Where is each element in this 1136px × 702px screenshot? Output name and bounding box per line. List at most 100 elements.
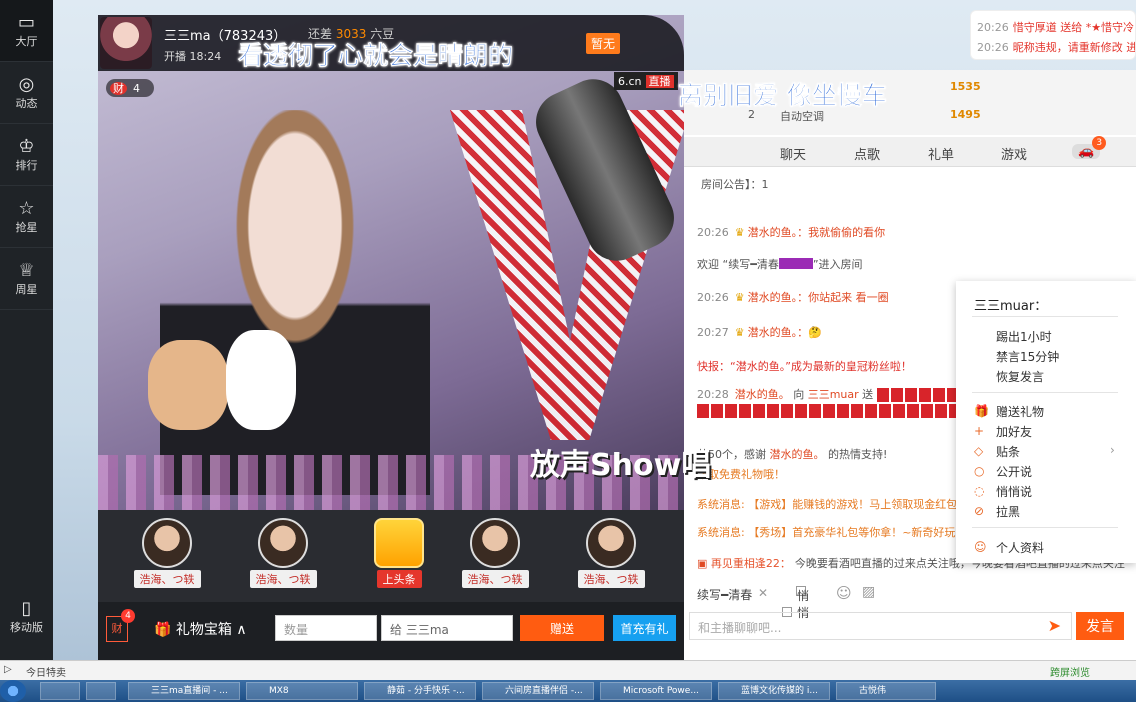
- taskbar-app[interactable]: [40, 682, 80, 700]
- fan-seat[interactable]: 浩海、つ轶: [238, 518, 328, 588]
- notice-panel: 20:26 惜守厚道 送给 *★惜守冷 20:26 昵称违规，请重新修改 进: [970, 10, 1136, 60]
- menu-item-sticker[interactable]: 贴条: [996, 443, 1020, 460]
- streamer-video: [160, 110, 430, 495]
- whisper-icon: ◌: [974, 484, 985, 498]
- stars-icon: [374, 518, 424, 568]
- cross-screen-link[interactable]: 跨屏浏览: [1050, 664, 1090, 679]
- menu-item-public-say[interactable]: 公开说: [996, 463, 1032, 480]
- taskbar-app[interactable]: 蓝博文化传媒的 i...: [718, 682, 830, 700]
- close-icon[interactable]: ✕: [758, 586, 768, 600]
- taskbar-app[interactable]: Microsoft Powe...: [600, 682, 712, 700]
- menu-item-send-gift[interactable]: 赠送礼物: [996, 403, 1044, 420]
- avatar: [586, 518, 636, 568]
- car-icon[interactable]: 🚗 3: [1072, 136, 1107, 159]
- taskbar-app[interactable]: MX8: [246, 682, 358, 700]
- nav-item-grab-star[interactable]: ☆ 抢星: [0, 186, 53, 248]
- left-nav: ▭ 大厅 ◎ 动态 ♔ 排行 ☆ 抢星 ♕ 周星 ▯ 移动版: [0, 0, 53, 660]
- fan-seat[interactable]: 浩海、つ轶: [566, 518, 656, 588]
- taskbar: 三三ma直播间 - ... MX8 静茹 - 分手快乐 -... 六间房直播伴侣…: [0, 680, 1136, 702]
- taskbar-app[interactable]: 六间房直播伴侣 -...: [482, 682, 594, 700]
- daily-sale-link[interactable]: 今日特卖: [26, 664, 66, 679]
- menu-item-profile[interactable]: 个人资料: [996, 539, 1044, 556]
- divider: [972, 392, 1118, 393]
- tab-song[interactable]: 点歌: [854, 144, 880, 163]
- megaphone-icon: ▣: [697, 557, 711, 570]
- taskbar-app[interactable]: 三三ma直播间 - ...: [128, 682, 240, 700]
- chat-message: 20:26 ♛ 潜水的鱼。：你站起来 看一圈: [697, 291, 889, 304]
- tab-bar: 聊天 点歌 礼单 游戏 🚗 3: [684, 136, 1136, 167]
- start-button[interactable]: [0, 680, 26, 702]
- nav-label: 动态: [15, 96, 38, 110]
- menu-item-add-friend[interactable]: 加好友: [996, 423, 1032, 440]
- arrow-icon[interactable]: ▷: [4, 664, 12, 675]
- nav-label: 周星: [15, 282, 38, 296]
- nav-item-mobile[interactable]: ▯ 移动版: [0, 586, 53, 648]
- anchor-avatar[interactable]: [100, 17, 152, 69]
- nav-item-weekly-star[interactable]: ♕ 周星: [0, 248, 53, 310]
- gift-box-toggle[interactable]: 🎁 礼物宝箱 ∧: [154, 619, 247, 639]
- menu-item-whisper[interactable]: 悄悄说: [996, 483, 1032, 500]
- nav-label: 排行: [15, 158, 38, 172]
- chevron-right-icon: ›: [1110, 443, 1115, 457]
- overlay-lyric-2: 离别旧爱 像坐慢车: [678, 81, 887, 111]
- profile-icon: ☺: [974, 540, 987, 554]
- send-message-button[interactable]: 发言: [1076, 612, 1124, 640]
- menu-item-unmute[interactable]: 恢复发言: [996, 368, 1044, 385]
- chevron-up-icon: ∧: [236, 622, 247, 638]
- gift-quantity-input[interactable]: 数量: [275, 615, 377, 641]
- emoji-icon[interactable]: ☺: [836, 584, 852, 602]
- nav-item-feed[interactable]: ◎ 动态: [0, 62, 53, 124]
- nav-item-hall[interactable]: ▭ 大厅: [0, 0, 53, 62]
- emoji-icon: 🤔: [808, 326, 822, 339]
- notice-item: 20:26 惜守厚道 送给 *★惜守冷: [977, 21, 1135, 34]
- crown-icon: ♛: [734, 326, 745, 339]
- trophy-icon: ♕: [18, 259, 35, 281]
- block-icon: ⊘: [974, 504, 985, 518]
- chat-input[interactable]: 和主播聊聊吧... ➤: [689, 612, 1072, 640]
- tab-gift-list[interactable]: 礼单: [928, 144, 954, 163]
- fan-seat[interactable]: 浩海、つ轶: [122, 518, 212, 588]
- show-logo: 放声Show唱: [530, 448, 712, 483]
- chat-message: 共50个，感谢 潜水的鱼。 的热情支持!: [697, 448, 888, 461]
- nav-label: 抢星: [15, 220, 38, 234]
- send-gift-button[interactable]: 赠送: [520, 615, 604, 641]
- avatar: [258, 518, 308, 568]
- tv-icon: ▭: [17, 11, 35, 33]
- compass-icon: ◎: [18, 73, 35, 95]
- notice-item: 20:26 昵称违规，请重新修改 进: [977, 41, 1136, 54]
- chat-target[interactable]: 续写━清春: [697, 586, 752, 603]
- fan-seat[interactable]: 浩海、つ轶: [450, 518, 540, 588]
- gift-toolbar: 财4 🎁 礼物宝箱 ∧ 数量 给 三三ma 赠送 首充有礼: [98, 602, 684, 660]
- menu-item-block[interactable]: 拉黑: [996, 503, 1020, 520]
- user-context-menu: 三三muar： 踢出1小时 禁言15分钟 恢复发言 🎁 赠送礼物 + 加好友 ◇…: [956, 281, 1136, 563]
- system-message[interactable]: 系统消息: 【秀场】首充豪华礼包等你拿！~新奇好玩: [697, 524, 955, 540]
- taskbar-app[interactable]: 静茹 - 分手快乐 -...: [364, 682, 476, 700]
- wealth-badge[interactable]: 财4: [106, 79, 154, 97]
- tab-game[interactable]: 游戏: [1001, 144, 1027, 163]
- crown-icon: ♛: [734, 291, 745, 304]
- site-logo: 6.cn 直播: [614, 72, 678, 90]
- menu-title: 三三muar：: [974, 299, 1048, 314]
- avatar: [470, 518, 520, 568]
- menu-item-kick[interactable]: 踢出1小时: [996, 328, 1052, 345]
- taskbar-app[interactable]: [86, 682, 116, 700]
- chat-message: 欢迎 “续写━清春 ”进入房间: [697, 258, 863, 271]
- taskbar-app[interactable]: 古悦伟: [836, 682, 936, 700]
- paper-plane-icon[interactable]: ➤: [1048, 616, 1061, 635]
- bunny-sticker: [226, 330, 296, 430]
- chat-message: 20:26 ♛ 潜水的鱼。：我就偷偷的看你: [697, 226, 886, 239]
- menu-item-mute[interactable]: 禁言15分钟: [996, 348, 1059, 365]
- divider: [972, 316, 1118, 317]
- wealth-icon: 财: [110, 82, 127, 95]
- gift-recipient-select[interactable]: 给 三三ma: [381, 615, 513, 641]
- image-icon[interactable]: ▨: [862, 584, 875, 600]
- tab-chat[interactable]: 聊天: [780, 144, 806, 163]
- first-recharge-button[interactable]: 首充有礼: [613, 615, 676, 641]
- headline-button[interactable]: 上头条: [354, 518, 444, 588]
- coin-value: 1535: [950, 80, 981, 93]
- system-message[interactable]: 系统消息: 【游戏】能赚钱的游戏！马上领取现金红包: [697, 496, 957, 512]
- nav-label: 大厅: [15, 34, 38, 48]
- nav-item-rank[interactable]: ♔ 排行: [0, 124, 53, 186]
- overlay-lyric-1: 看透彻了心就会是晴朗的: [238, 41, 514, 71]
- wealth-button[interactable]: 财4: [106, 609, 135, 642]
